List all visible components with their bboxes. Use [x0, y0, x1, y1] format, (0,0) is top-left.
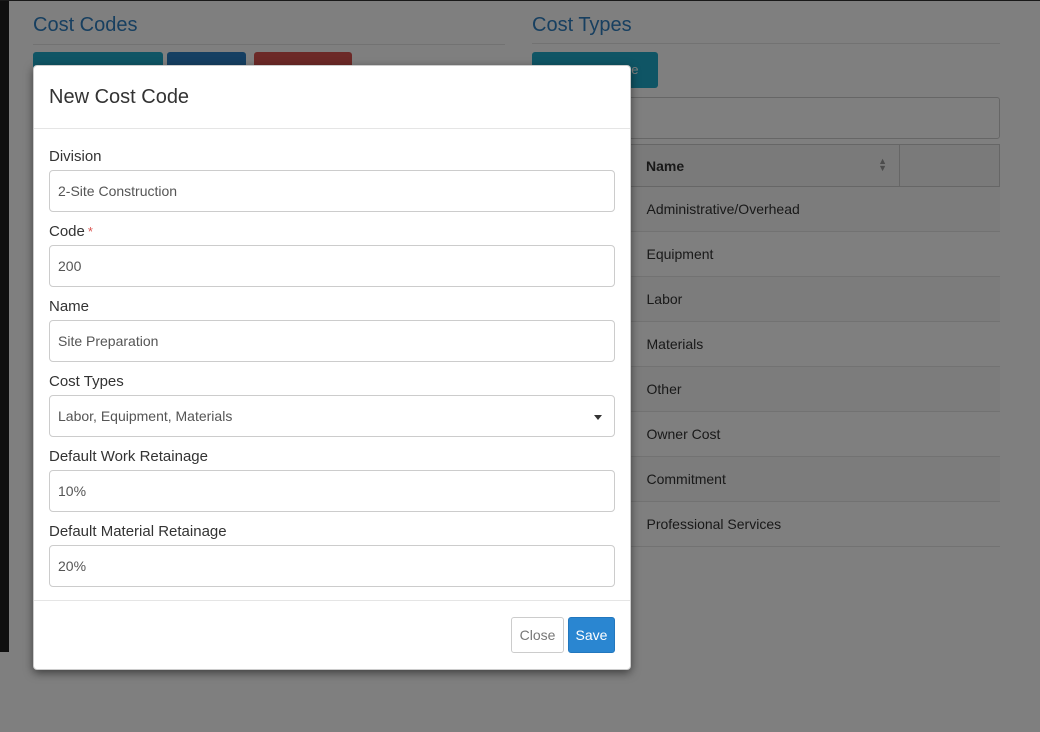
cost-types-selected-value: Labor, Equipment, Materials	[58, 408, 233, 424]
new-cost-code-modal: New Cost Code Division Code* Name Cost T…	[33, 65, 631, 670]
name-label: Name	[49, 298, 90, 315]
cost-types-label: Cost Types	[49, 373, 124, 390]
work-retainage-field[interactable]	[49, 470, 615, 512]
name-field[interactable]	[49, 320, 615, 362]
modal-title: New Cost Code	[49, 86, 190, 108]
division-group: Division	[49, 147, 615, 222]
modal-body: Division Code* Name Cost Types Labor, Eq…	[34, 129, 630, 597]
division-field[interactable]	[49, 170, 615, 212]
code-label: Code *	[49, 223, 93, 240]
material-retainage-label: Default Material Retainage	[49, 523, 227, 540]
material-retainage-field[interactable]	[49, 545, 615, 587]
work-retainage-group: Default Work Retainage	[49, 447, 615, 522]
modal-header: New Cost Code	[34, 66, 630, 129]
name-group: Name	[49, 297, 615, 372]
required-marker: *	[87, 224, 93, 239]
material-retainage-group: Default Material Retainage	[49, 522, 615, 597]
code-group: Code *	[49, 222, 615, 297]
cost-types-select[interactable]: Labor, Equipment, Materials	[49, 395, 615, 437]
save-button[interactable]: Save	[568, 617, 615, 653]
modal-footer: Close Save	[34, 600, 630, 669]
caret-down-icon	[594, 415, 602, 420]
close-button[interactable]: Close	[511, 617, 564, 653]
code-field[interactable]	[49, 245, 615, 287]
division-label: Division	[49, 148, 102, 165]
cost-types-group: Cost Types Labor, Equipment, Materials	[49, 372, 615, 447]
work-retainage-label: Default Work Retainage	[49, 448, 208, 465]
